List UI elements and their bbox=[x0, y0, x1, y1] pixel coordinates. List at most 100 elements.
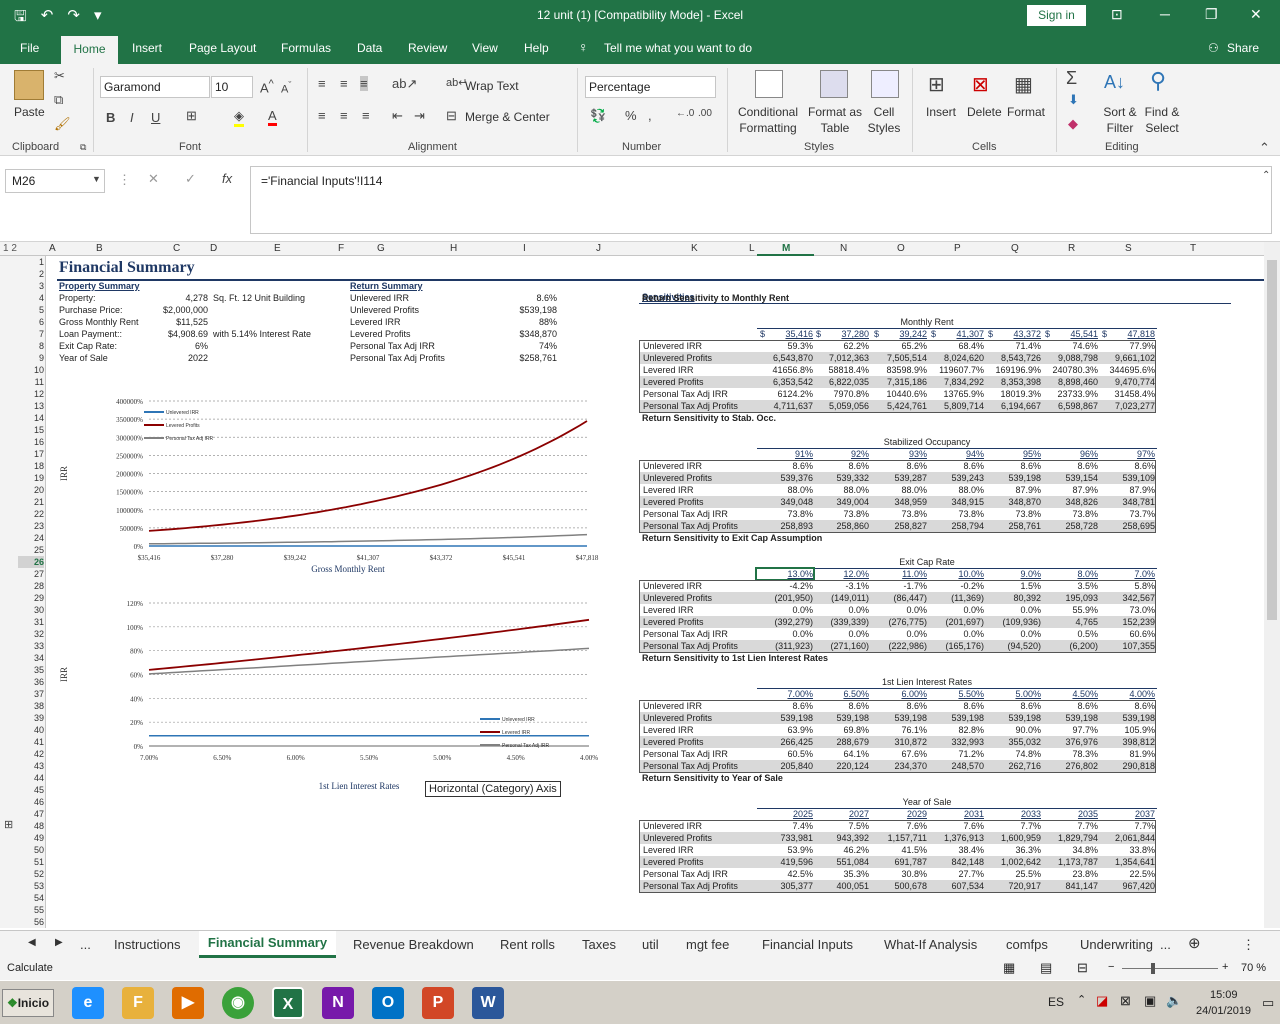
number-format-select[interactable]: Percentage bbox=[585, 76, 716, 98]
sort-filter-button[interactable]: Sort & Filter bbox=[1100, 104, 1140, 136]
conditional-formatting-icon[interactable] bbox=[755, 70, 783, 98]
format-table-icon[interactable] bbox=[820, 70, 848, 98]
table-cell[interactable]: (109,936) bbox=[981, 617, 1041, 628]
zoom-slider[interactable] bbox=[1122, 968, 1218, 969]
column-value[interactable]: 2029 bbox=[877, 809, 927, 820]
series-line[interactable] bbox=[148, 647, 590, 675]
table-cell[interactable]: 42.5% bbox=[753, 869, 813, 880]
column-value[interactable]: 45,541 bbox=[1048, 329, 1098, 340]
format-cells-button[interactable]: Format bbox=[1007, 104, 1045, 120]
table-cell[interactable]: 3.5% bbox=[1038, 581, 1098, 592]
table-cell[interactable]: 8.6% bbox=[924, 461, 984, 472]
column-value[interactable]: 10.0% bbox=[934, 569, 984, 580]
table-cell[interactable]: 34.8% bbox=[1038, 845, 1098, 856]
table-cell[interactable]: 0.0% bbox=[753, 605, 813, 616]
table-cell[interactable]: 258,695 bbox=[1095, 521, 1155, 532]
row-header[interactable]: 38 bbox=[18, 700, 44, 712]
table-cell[interactable]: 87.9% bbox=[1038, 485, 1098, 496]
row-header[interactable]: 9 bbox=[18, 352, 44, 364]
table-cell[interactable]: 53.9% bbox=[753, 845, 813, 856]
table-cell[interactable]: 398,812 bbox=[1095, 737, 1155, 748]
table-cell[interactable]: 7.7% bbox=[1095, 821, 1155, 832]
tab-data[interactable]: Data bbox=[357, 41, 382, 55]
table-cell[interactable]: 13765.9% bbox=[924, 389, 984, 400]
tab-formulas[interactable]: Formulas bbox=[281, 41, 331, 55]
row-header[interactable]: 43 bbox=[18, 760, 44, 772]
table-cell[interactable]: 58818.4% bbox=[809, 365, 869, 376]
row-header[interactable]: 23 bbox=[18, 520, 44, 532]
table-cell[interactable]: 7.5% bbox=[809, 821, 869, 832]
table-cell[interactable]: 258,794 bbox=[924, 521, 984, 532]
table-cell[interactable]: 266,425 bbox=[753, 737, 813, 748]
column-value[interactable]: 4.50% bbox=[1048, 689, 1098, 700]
table-cell[interactable]: 539,243 bbox=[924, 473, 984, 484]
table-cell[interactable]: 8.6% bbox=[753, 461, 813, 472]
scroll-thumb[interactable] bbox=[1267, 260, 1277, 620]
column-value[interactable]: 8.0% bbox=[1048, 569, 1098, 580]
calculate-status[interactable]: Calculate bbox=[7, 962, 53, 974]
column-value[interactable]: 96% bbox=[1048, 449, 1098, 460]
table-cell[interactable]: 539,287 bbox=[867, 473, 927, 484]
delete-cells-button[interactable]: Delete bbox=[967, 104, 1002, 120]
table-cell[interactable]: -4.2% bbox=[753, 581, 813, 592]
table-cell[interactable]: 539,198 bbox=[753, 713, 813, 724]
monthly-rent-chart[interactable]: 0% 50000% 100000% 150000% 200000% 250000% 3000… bbox=[59, 394, 599, 574]
column-header[interactable]: E bbox=[274, 243, 281, 254]
row-header[interactable]: 4 bbox=[18, 292, 44, 304]
cell-styles-icon[interactable] bbox=[871, 70, 899, 98]
clock-time[interactable]: 15:09 bbox=[1210, 989, 1238, 1001]
row-header[interactable]: 40 bbox=[18, 724, 44, 736]
row-header[interactable]: 20 bbox=[18, 484, 44, 496]
column-value[interactable]: 91% bbox=[763, 449, 813, 460]
tab-insert[interactable]: Insert bbox=[132, 41, 162, 55]
tab-help[interactable]: Help bbox=[524, 41, 549, 55]
fill-color-icon[interactable]: ◈ bbox=[234, 108, 244, 127]
table-cell[interactable]: 349,048 bbox=[753, 497, 813, 508]
accounting-icon[interactable]: 💱 bbox=[590, 108, 606, 124]
column-value[interactable]: 93% bbox=[877, 449, 927, 460]
worksheet-grid[interactable]: Financial Summary Property Summary Proper… bbox=[47, 256, 1264, 928]
table-cell[interactable]: 310,872 bbox=[867, 737, 927, 748]
column-header[interactable]: A bbox=[49, 243, 56, 254]
row-header[interactable]: 53 bbox=[18, 880, 44, 892]
row-header[interactable]: 26 bbox=[18, 556, 44, 568]
table-cell[interactable]: 7,023,277 bbox=[1095, 401, 1155, 412]
table-cell[interactable]: 0.0% bbox=[809, 605, 869, 616]
table-cell[interactable]: 60.6% bbox=[1095, 629, 1155, 640]
table-cell[interactable]: 46.2% bbox=[809, 845, 869, 856]
table-cell[interactable]: 240780.3% bbox=[1038, 365, 1098, 376]
table-cell[interactable]: 539,109 bbox=[1095, 473, 1155, 484]
table-cell[interactable]: 400,051 bbox=[809, 881, 869, 892]
tab-financial-inputs[interactable]: Financial Inputs bbox=[762, 937, 853, 952]
table-cell[interactable]: 97.7% bbox=[1038, 725, 1098, 736]
row-header[interactable]: 45 bbox=[18, 784, 44, 796]
table-cell[interactable]: 500,678 bbox=[867, 881, 927, 892]
table-cell[interactable]: (149,011) bbox=[809, 593, 869, 604]
tab-split-icon[interactable]: ⋮ bbox=[1242, 937, 1255, 953]
column-header[interactable]: F bbox=[338, 243, 344, 254]
table-cell[interactable]: 88.0% bbox=[924, 485, 984, 496]
table-cell[interactable]: 35.3% bbox=[809, 869, 869, 880]
table-cell[interactable]: 967,420 bbox=[1095, 881, 1155, 892]
column-header[interactable]: T bbox=[1190, 243, 1196, 254]
display-icon[interactable]: ▣ bbox=[1144, 993, 1156, 1009]
table-cell[interactable]: 1.5% bbox=[981, 581, 1041, 592]
table-cell[interactable]: 73.8% bbox=[1038, 509, 1098, 520]
column-value[interactable]: 11.0% bbox=[877, 569, 927, 580]
collapse-ribbon-icon[interactable]: ⌃ bbox=[1259, 140, 1270, 156]
table-cell[interactable]: 0.0% bbox=[809, 629, 869, 640]
table-cell[interactable]: 27.7% bbox=[924, 869, 984, 880]
table-cell[interactable]: 30.8% bbox=[867, 869, 927, 880]
table-cell[interactable]: 78.3% bbox=[1038, 749, 1098, 760]
insert-cells-icon[interactable]: ⊞ bbox=[928, 72, 945, 97]
table-cell[interactable]: 73.8% bbox=[809, 509, 869, 520]
table-cell[interactable]: 539,154 bbox=[1038, 473, 1098, 484]
table-cell[interactable]: 195,093 bbox=[1038, 593, 1098, 604]
table-cell[interactable]: 8.6% bbox=[809, 701, 869, 712]
merge-center-button[interactable]: Merge & Center bbox=[465, 109, 550, 125]
borders-icon[interactable]: ⊞ bbox=[186, 108, 197, 124]
table-cell[interactable]: 348,781 bbox=[1095, 497, 1155, 508]
table-cell[interactable]: 5,059,056 bbox=[809, 401, 869, 412]
tray-expand-icon[interactable]: ⌃ bbox=[1077, 993, 1086, 1006]
column-value[interactable]: 9.0% bbox=[991, 569, 1041, 580]
